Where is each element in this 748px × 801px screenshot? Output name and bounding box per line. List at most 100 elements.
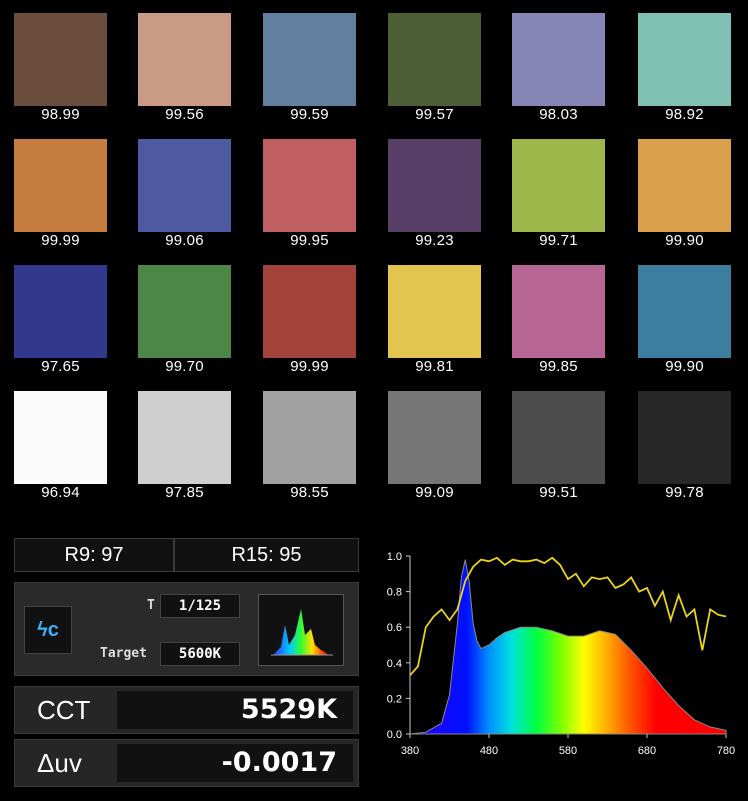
- color-patch: [263, 265, 356, 358]
- r15-readout: R15: 95: [174, 538, 359, 572]
- fidelity-score-label: 99.99: [290, 358, 329, 375]
- fidelity-score-label: 99.70: [165, 358, 204, 375]
- y-tick-label: 0.2: [387, 693, 402, 705]
- x-tick-label: 680: [638, 745, 656, 757]
- fidelity-score-label: 99.51: [539, 484, 578, 501]
- swatch-cell: 98.03: [498, 0, 622, 126]
- color-patch: [512, 265, 605, 358]
- color-patch: [512, 139, 605, 232]
- color-patch: [638, 391, 731, 484]
- fidelity-score-label: 99.23: [415, 232, 454, 249]
- color-patch: [512, 13, 605, 106]
- fidelity-score-label: 96.94: [41, 484, 80, 501]
- duv-label: Δuv: [37, 748, 82, 778]
- x-tick-label: 380: [401, 745, 419, 757]
- swatch-cell: 98.99: [0, 0, 124, 126]
- color-patch: [263, 391, 356, 484]
- swatch-cell: 99.85: [498, 252, 622, 378]
- y-tick-label: 0.4: [387, 658, 402, 670]
- fidelity-score-label: 99.99: [41, 232, 80, 249]
- swatch-cell: 99.81: [374, 252, 498, 378]
- target-label: Target: [100, 646, 147, 661]
- target-cct-field[interactable]: 5600K: [160, 642, 240, 666]
- color-patch: [263, 139, 356, 232]
- r9-text: R9: 97: [64, 543, 124, 566]
- color-patch: [14, 265, 107, 358]
- fidelity-score-label: 98.92: [665, 106, 704, 123]
- r9-readout: R9: 97: [14, 538, 174, 572]
- y-tick-label: 0.8: [387, 587, 402, 599]
- swatch-cell: 99.70: [124, 252, 248, 378]
- swatch-cell: 96.94: [0, 378, 124, 504]
- color-patch: [138, 265, 231, 358]
- color-patch: [263, 13, 356, 106]
- color-patch: [138, 13, 231, 106]
- x-tick-label: 480: [480, 745, 498, 757]
- color-patch: [138, 139, 231, 232]
- swatch-cell: 99.71: [498, 126, 622, 252]
- color-patch: [638, 265, 731, 358]
- fidelity-score-label: 97.65: [41, 358, 80, 375]
- swatch-cell: 97.65: [0, 252, 124, 378]
- color-patch: [388, 13, 481, 106]
- swatch-cell: 97.85: [124, 378, 248, 504]
- spectrum-thumbnail-icon: [271, 609, 333, 656]
- spectral-power-area: [409, 559, 727, 735]
- color-patch: [638, 13, 731, 106]
- flash-mode-icon: ϟc: [37, 618, 59, 641]
- r15-text: R15: 95: [231, 543, 302, 566]
- spectrum-view-button[interactable]: [258, 594, 344, 666]
- shutter-label: T: [147, 598, 155, 613]
- fidelity-score-label: 99.59: [290, 106, 329, 123]
- fidelity-score-label: 98.03: [539, 106, 578, 123]
- swatch-cell: 99.59: [249, 0, 373, 126]
- y-tick-label: 1.0: [387, 551, 402, 563]
- color-patch: [388, 265, 481, 358]
- swatch-cell: 99.78: [624, 378, 748, 504]
- swatch-cell: 99.09: [374, 378, 498, 504]
- color-patch: [388, 139, 481, 232]
- fidelity-score-label: 97.85: [165, 484, 204, 501]
- fidelity-score-label: 99.09: [415, 484, 454, 501]
- swatch-cell: 99.99: [0, 126, 124, 252]
- color-patch: [138, 391, 231, 484]
- color-patch: [512, 391, 605, 484]
- swatch-cell: 99.90: [624, 126, 748, 252]
- fidelity-score-label: 98.99: [41, 106, 80, 123]
- fidelity-score-label: 99.78: [665, 484, 704, 501]
- cct-label: CCT: [37, 695, 91, 725]
- fidelity-score-label: 99.90: [665, 232, 704, 249]
- color-patch: [388, 391, 481, 484]
- fidelity-score-label: 99.57: [415, 106, 454, 123]
- swatch-cell: 99.06: [124, 126, 248, 252]
- fidelity-score-label: 99.90: [665, 358, 704, 375]
- fidelity-score-label: 99.95: [290, 232, 329, 249]
- duv-value: -0.0017: [117, 744, 353, 782]
- swatch-cell: 98.55: [249, 378, 373, 504]
- swatch-cell: 99.51: [498, 378, 622, 504]
- swatch-cell: 99.57: [374, 0, 498, 126]
- color-patch: [638, 139, 731, 232]
- cct-value: 5529K: [117, 691, 353, 729]
- color-patch: [14, 391, 107, 484]
- swatch-cell: 98.92: [624, 0, 748, 126]
- swatch-cell: 99.99: [249, 252, 373, 378]
- y-tick-label: 0.0: [387, 729, 402, 741]
- color-swatch-grid: 98.99 99.56 99.59 99.57 98.03 98.92 99.99 99.06…: [0, 0, 748, 520]
- fidelity-score-label: 98.55: [290, 484, 329, 501]
- swatch-cell: 99.90: [624, 252, 748, 378]
- color-patch: [14, 139, 107, 232]
- swatch-cell: 99.56: [124, 0, 248, 126]
- fidelity-score-label: 99.56: [165, 106, 204, 123]
- measure-mode-button[interactable]: ϟc: [24, 606, 72, 654]
- spectral-power-chart: 0.0 0.2 0.4 0.6 0.8 1.0 380 480 580 680 780: [387, 551, 735, 757]
- duv-row: Δuv -0.0017: [14, 739, 359, 787]
- fidelity-score-label: 99.81: [415, 358, 454, 375]
- x-tick-label: 580: [559, 745, 577, 757]
- fidelity-score-label: 99.71: [539, 232, 578, 249]
- shutter-value-field[interactable]: 1/125: [160, 594, 240, 618]
- x-tick-label: 780: [717, 745, 735, 757]
- fidelity-score-label: 99.06: [165, 232, 204, 249]
- cct-row: CCT 5529K: [14, 686, 359, 734]
- fidelity-score-label: 99.85: [539, 358, 578, 375]
